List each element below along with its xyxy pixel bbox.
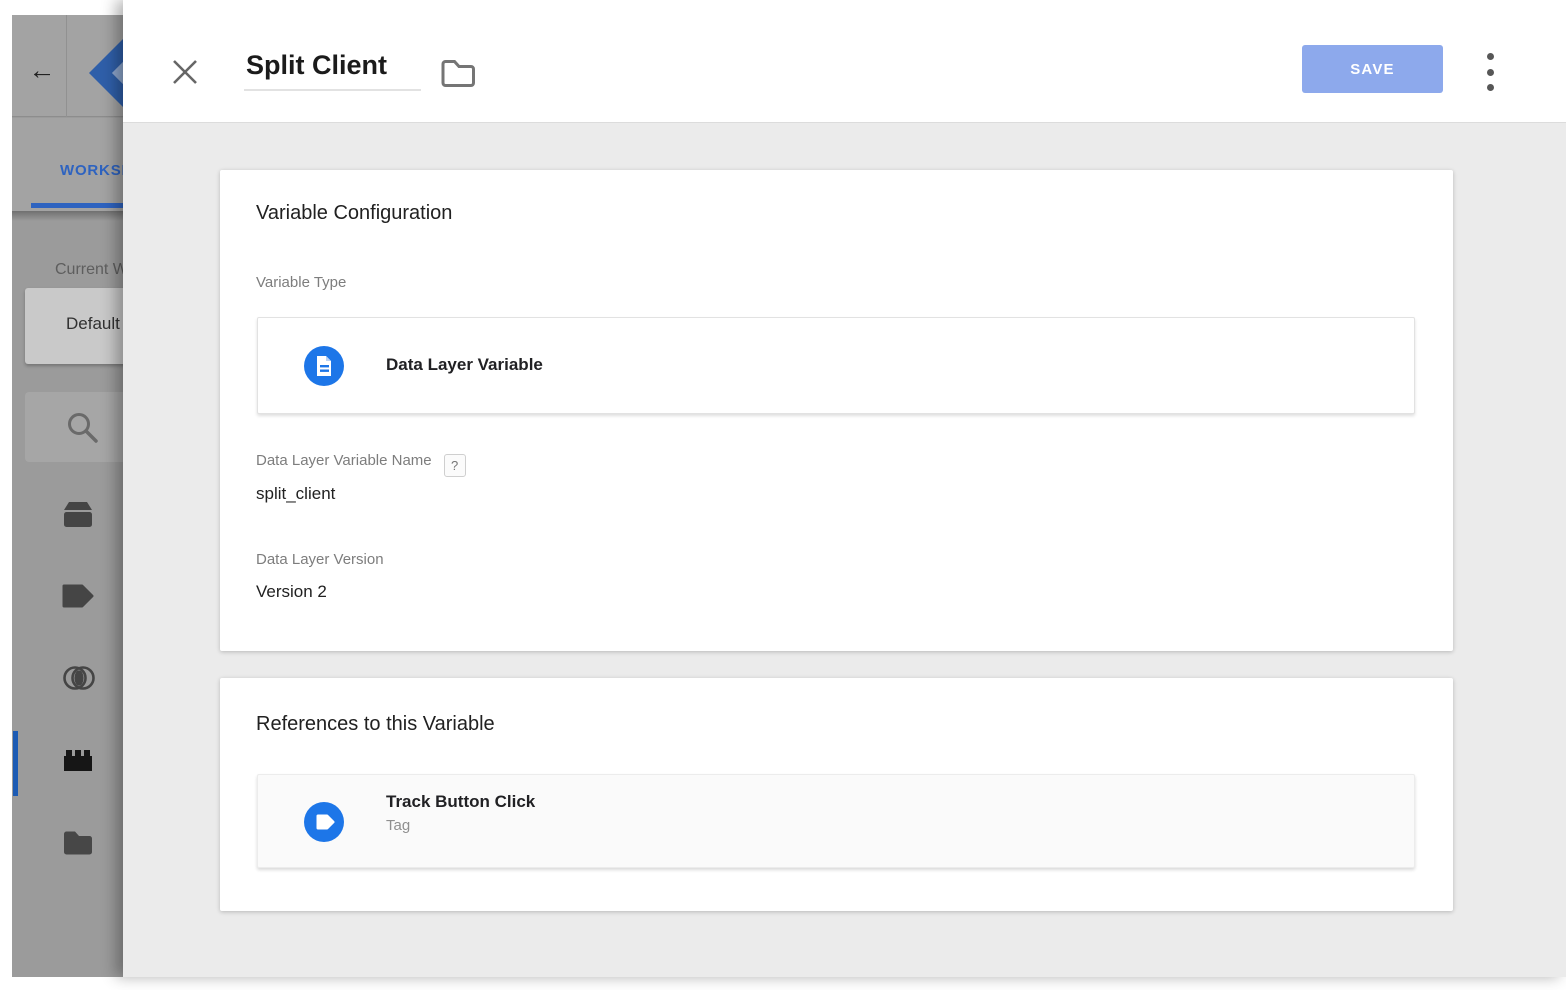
variable-editor-panel: Split Client SAVE Variable Configuration…	[123, 0, 1566, 977]
page-root: ← WORKSPACE Current Workspace Default Wo…	[0, 0, 1566, 990]
variable-name-field[interactable]: Split Client	[244, 48, 421, 91]
app-header: ←	[12, 15, 123, 117]
help-icon[interactable]: ?	[444, 454, 466, 477]
background-app-strip: ← WORKSPACE Current Workspace Default Wo…	[12, 15, 123, 977]
panel-header: Split Client SAVE	[123, 0, 1566, 123]
variable-type-selector[interactable]: Data Layer Variable	[257, 317, 1415, 414]
search-input[interactable]	[25, 392, 123, 462]
data-layer-variable-icon	[304, 346, 344, 386]
references-card: References to this Variable Track Button…	[220, 678, 1453, 911]
back-button[interactable]: ←	[24, 55, 60, 87]
sidebar-item-triggers[interactable]	[62, 663, 98, 695]
sidebar-item-variables[interactable]	[62, 747, 98, 779]
header-divider	[66, 15, 67, 117]
more-options-icon[interactable]	[1479, 50, 1501, 94]
reference-texts: Track Button Click Tag	[386, 792, 535, 834]
variable-type-value: Data Layer Variable	[386, 355, 543, 375]
reference-row[interactable]: Track Button Click Tag	[257, 774, 1415, 868]
move-to-folder-icon[interactable]	[440, 58, 478, 92]
sidebar-item-tags[interactable]	[62, 583, 98, 615]
variable-type-label: Variable Type	[256, 274, 346, 291]
close-icon[interactable]	[171, 58, 199, 86]
panel-content: Variable Configuration Variable Type Dat…	[123, 123, 1566, 977]
sidebar-selection-indicator	[13, 731, 18, 796]
variable-configuration-card: Variable Configuration Variable Type Dat…	[220, 170, 1453, 651]
data-layer-variable-name-value: split_client	[256, 484, 335, 504]
tab-active-underline	[31, 203, 123, 208]
reference-title: Track Button Click	[386, 792, 535, 812]
tab-bar-shadow	[12, 211, 123, 221]
tag-icon	[304, 802, 344, 842]
tag-manager-logo-icon[interactable]	[89, 35, 123, 111]
reference-type: Tag	[386, 817, 535, 834]
tags-icon	[62, 583, 94, 609]
search-icon	[65, 410, 103, 448]
sidebar-item-folders[interactable]	[62, 829, 98, 861]
variables-icon	[62, 747, 94, 773]
workspace-selector-value: Default Workspace	[66, 314, 123, 334]
references-heading: References to this Variable	[256, 713, 495, 736]
tab-workspace[interactable]: WORKSPACE	[60, 162, 123, 179]
overview-icon	[62, 501, 94, 529]
sidebar-item-overview[interactable]	[62, 501, 98, 533]
workspace-tab-bar: WORKSPACE	[12, 118, 123, 211]
page-title: Split Client	[246, 50, 387, 80]
save-button[interactable]: SAVE	[1302, 45, 1443, 93]
data-layer-version-label: Data Layer Version	[256, 551, 384, 568]
variable-configuration-heading: Variable Configuration	[256, 202, 452, 225]
data-layer-variable-name-label: Data Layer Variable Name?	[256, 452, 466, 477]
data-layer-variable-name-label-text: Data Layer Variable Name	[256, 452, 432, 469]
folders-icon	[62, 829, 94, 855]
current-workspace-label: Current Workspace	[55, 261, 123, 279]
triggers-icon	[62, 663, 96, 693]
workspace-selector[interactable]: Default Workspace	[25, 288, 123, 364]
data-layer-version-value: Version 2	[256, 582, 327, 602]
